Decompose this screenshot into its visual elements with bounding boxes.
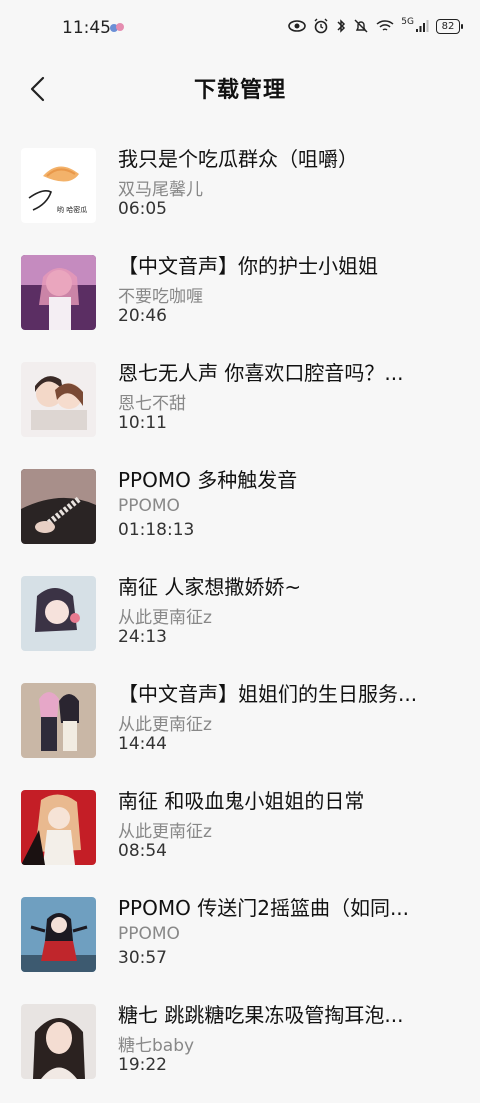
list-item[interactable]: PPOMO 多种触发音 PPOMO 01:18:13 bbox=[0, 461, 480, 568]
thumbnail: 哟 哈密瓜 bbox=[21, 148, 96, 223]
item-duration: 20:46 bbox=[118, 306, 167, 326]
item-author: 不要吃咖喱 bbox=[118, 287, 203, 307]
download-list: 哟 哈密瓜 我只是个吃瓜群众（咀嚼） 双马尾馨儿 06:05 【中文音声】你的护… bbox=[0, 140, 480, 1103]
list-item[interactable]: 南征 和吸血鬼小姐姐的日常 从此更南征z 08:54 bbox=[0, 782, 480, 889]
item-title: 南征 人家想撒娇娇~ bbox=[118, 575, 302, 599]
list-item[interactable]: 哟 哈密瓜 我只是个吃瓜群众（咀嚼） 双马尾馨儿 06:05 bbox=[0, 140, 480, 247]
item-title: 【中文音声】你的护士小姐姐 bbox=[118, 254, 378, 278]
item-author: 恩七不甜 bbox=[118, 394, 186, 414]
signal-icon bbox=[415, 19, 429, 33]
thumbnail bbox=[21, 469, 96, 544]
item-author: 从此更南征z bbox=[118, 608, 212, 628]
thumbnail bbox=[21, 576, 96, 651]
item-duration: 06:05 bbox=[118, 199, 167, 219]
thumb-caption: 哟 哈密瓜 bbox=[57, 205, 87, 214]
item-title: PPOMO 多种触发音 bbox=[118, 468, 298, 492]
item-author: PPOMO bbox=[118, 924, 180, 944]
status-icons: 5G 82 bbox=[288, 17, 463, 34]
item-title: PPOMO 传送门2摇篮曲（如同... bbox=[118, 896, 410, 920]
eye-icon bbox=[288, 19, 307, 33]
thumbnail bbox=[21, 790, 96, 865]
item-author: 双马尾馨儿 bbox=[118, 180, 203, 200]
item-duration: 24:13 bbox=[118, 627, 167, 647]
app-notification-icon bbox=[108, 19, 126, 37]
battery-indicator: 82 bbox=[436, 18, 463, 34]
mute-icon bbox=[353, 18, 369, 34]
item-duration: 30:57 bbox=[118, 948, 167, 968]
item-author: 从此更南征z bbox=[118, 715, 212, 735]
item-author: 从此更南征z bbox=[118, 822, 212, 842]
status-time: 11:45 bbox=[62, 18, 111, 38]
item-author: 糖七baby bbox=[118, 1036, 195, 1056]
thumbnail bbox=[21, 683, 96, 758]
item-title: 我只是个吃瓜群众（咀嚼） bbox=[118, 147, 358, 171]
list-item[interactable]: 南征 人家想撒娇娇~ 从此更南征z 24:13 bbox=[0, 568, 480, 675]
alarm-icon bbox=[313, 18, 329, 34]
item-title: 糖七 跳跳糖吃果冻吸管掏耳泡... bbox=[118, 1003, 404, 1027]
item-title: 恩七无人声 你喜欢口腔音吗？... bbox=[118, 361, 404, 385]
network-type: 5G bbox=[401, 17, 414, 27]
thumbnail bbox=[21, 1004, 96, 1079]
bluetooth-icon bbox=[336, 18, 346, 34]
page-title: 下载管理 bbox=[193, 78, 286, 103]
item-duration: 01:18:13 bbox=[118, 520, 195, 540]
item-duration: 19:22 bbox=[118, 1055, 167, 1075]
list-item[interactable]: 糖七 跳跳糖吃果冻吸管掏耳泡... 糖七baby 19:22 bbox=[0, 996, 480, 1103]
list-item[interactable]: 恩七无人声 你喜欢口腔音吗？... 恩七不甜 10:11 bbox=[0, 354, 480, 461]
item-title: 南征 和吸血鬼小姐姐的日常 bbox=[118, 789, 365, 813]
item-duration: 14:44 bbox=[118, 734, 167, 754]
header: 下载管理 bbox=[0, 60, 480, 116]
thumbnail bbox=[21, 897, 96, 972]
list-item[interactable]: 【中文音声】姐姐们的生日服务... 从此更南征z 14:44 bbox=[0, 675, 480, 782]
item-title: 【中文音声】姐姐们的生日服务... bbox=[118, 682, 418, 706]
thumbnail bbox=[21, 255, 96, 330]
wifi-icon bbox=[376, 19, 394, 33]
status-bar: 11:45 5G 82 bbox=[0, 0, 480, 60]
item-duration: 10:11 bbox=[118, 413, 167, 433]
thumbnail bbox=[21, 362, 96, 437]
list-item[interactable]: 【中文音声】你的护士小姐姐 不要吃咖喱 20:46 bbox=[0, 247, 480, 354]
item-author: PPOMO bbox=[118, 496, 180, 516]
list-item[interactable]: PPOMO 传送门2摇篮曲（如同... PPOMO 30:57 bbox=[0, 889, 480, 996]
item-duration: 08:54 bbox=[118, 841, 167, 861]
